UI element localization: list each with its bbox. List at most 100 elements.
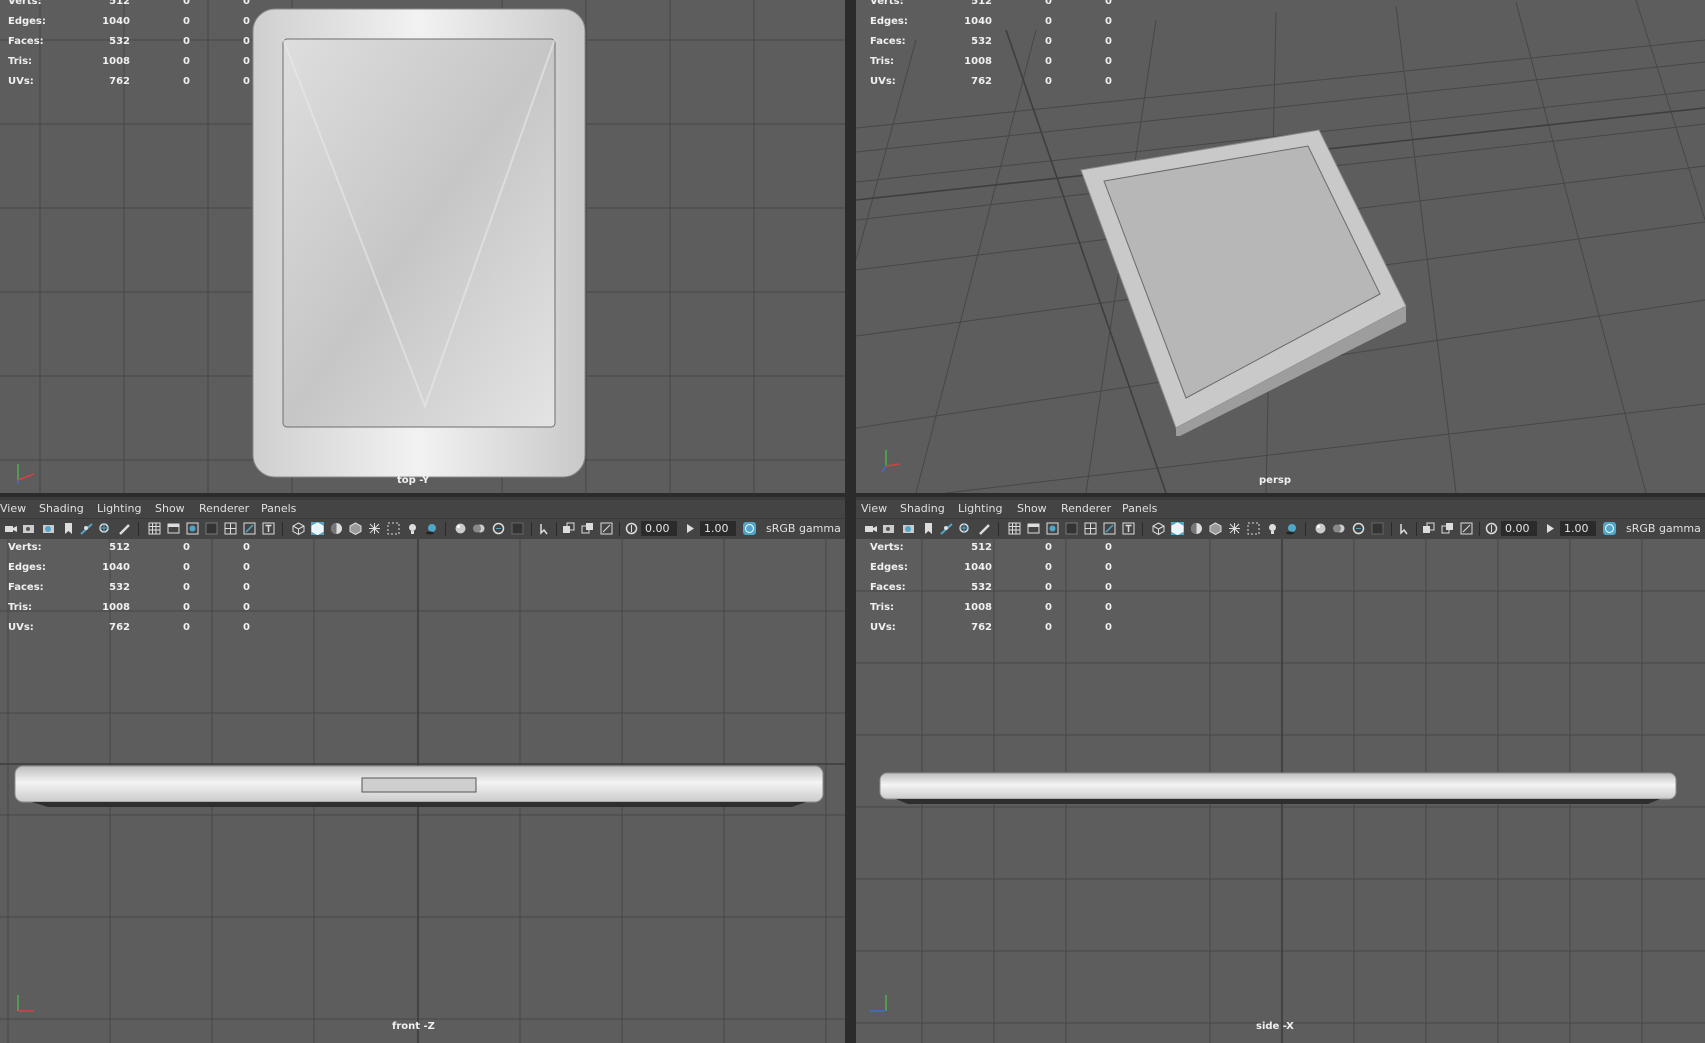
- wireframe-on-shaded-icon[interactable]: [349, 522, 362, 535]
- camera-attributes-icon[interactable]: [22, 522, 35, 535]
- color-space-label[interactable]: sRGB gamma: [1626, 521, 1701, 537]
- viewport-persp[interactable]: Verts: 512 0 0 Edges: 1040 0 0 Faces: 532 0 0 Tri…: [856, 0, 1705, 493]
- default-material-icon[interactable]: [1190, 522, 1203, 535]
- menu-shading[interactable]: Shading: [39, 502, 84, 515]
- motion-blur-icon[interactable]: [473, 522, 486, 535]
- frame-selection-icon[interactable]: [1441, 522, 1454, 535]
- grid-icon[interactable]: [148, 522, 161, 535]
- two-d-pan-icon[interactable]: [98, 522, 111, 535]
- menu-renderer[interactable]: Renderer: [1061, 502, 1111, 515]
- bookmark-camera-icon[interactable]: [902, 522, 915, 535]
- textured-icon[interactable]: [1247, 522, 1260, 535]
- isolate-select-icon[interactable]: [1398, 522, 1411, 535]
- menu-renderer[interactable]: Renderer: [199, 502, 249, 515]
- tablet-side-model[interactable]: [878, 771, 1678, 807]
- color-management-icon[interactable]: [743, 522, 756, 535]
- image-plane-icon[interactable]: [80, 522, 93, 535]
- frame-selection-icon[interactable]: [581, 522, 594, 535]
- menu-show[interactable]: Show: [155, 502, 185, 515]
- two-d-pan-icon[interactable]: [958, 522, 971, 535]
- viewport-front[interactable]: Verts: 512 0 0 Edges: 1040 0 0 Faces: 532 0 0 Tri…: [0, 539, 845, 1043]
- lights-icon[interactable]: [1266, 522, 1279, 535]
- anti-aliasing-icon[interactable]: [492, 522, 505, 535]
- panel-menubar-front: View Shading Lighting Show Renderer Pane…: [0, 500, 845, 518]
- wireframe-icon[interactable]: [292, 522, 305, 535]
- camera-label-top: top -Y: [397, 475, 430, 486]
- image-plane-icon[interactable]: [940, 522, 953, 535]
- menu-shading[interactable]: Shading: [900, 502, 945, 515]
- exposure-icon[interactable]: [625, 522, 638, 535]
- xray-icon[interactable]: [368, 522, 381, 535]
- exposure-field[interactable]: 0.00: [1501, 521, 1537, 536]
- vertical-divider[interactable]: [845, 0, 856, 1043]
- lights-icon[interactable]: [406, 522, 419, 535]
- horizontal-divider[interactable]: [0, 493, 1705, 497]
- viewport-top[interactable]: Verts: 512 0 0 Edges: 1040 0 0 Faces: 532 0 0 Tri…: [0, 0, 845, 493]
- isolate-select-icon[interactable]: [538, 522, 551, 535]
- color-space-label[interactable]: sRGB gamma: [766, 521, 841, 537]
- camera-attributes-icon[interactable]: [882, 522, 895, 535]
- safe-action-icon[interactable]: [1103, 522, 1116, 535]
- frame-all-icon[interactable]: [1422, 522, 1435, 535]
- safe-title-icon[interactable]: [262, 522, 275, 535]
- grease-pencil-icon[interactable]: [978, 522, 991, 535]
- tablet-persp-model[interactable]: [1076, 126, 1426, 436]
- textured-icon[interactable]: [387, 522, 400, 535]
- motion-blur-icon[interactable]: [1333, 522, 1346, 535]
- gamma-icon[interactable]: [1544, 522, 1557, 535]
- menu-lighting[interactable]: Lighting: [958, 502, 1002, 515]
- field-chart-icon[interactable]: [1084, 522, 1097, 535]
- shadows-icon[interactable]: [1285, 522, 1298, 535]
- frame-all-icon[interactable]: [562, 522, 575, 535]
- viewport-fit-icon[interactable]: [1460, 522, 1473, 535]
- gate-mask-icon[interactable]: [205, 522, 218, 535]
- bookmark-icon[interactable]: [922, 522, 935, 535]
- exposure-field[interactable]: 0.00: [641, 521, 677, 536]
- menu-panels[interactable]: Panels: [261, 502, 296, 515]
- viewport-fit-icon[interactable]: [600, 522, 613, 535]
- safe-title-icon[interactable]: [1122, 522, 1135, 535]
- menu-show[interactable]: Show: [1017, 502, 1047, 515]
- camera-icon[interactable]: [864, 522, 877, 535]
- gate-mask-icon[interactable]: [1065, 522, 1078, 535]
- screen-space-ao-icon[interactable]: [454, 522, 467, 535]
- resolution-gate-icon[interactable]: [1046, 522, 1059, 535]
- bookmark-camera-icon[interactable]: [42, 522, 55, 535]
- xray-icon[interactable]: [1228, 522, 1241, 535]
- grid-icon[interactable]: [1008, 522, 1021, 535]
- axis-gizmo-icon: [17, 995, 34, 1012]
- smooth-shade-icon[interactable]: [311, 522, 324, 535]
- depth-of-field-icon[interactable]: [1371, 522, 1384, 535]
- shadows-icon[interactable]: [425, 522, 438, 535]
- menu-panels[interactable]: Panels: [1122, 502, 1157, 515]
- safe-action-icon[interactable]: [243, 522, 256, 535]
- depth-of-field-icon[interactable]: [511, 522, 524, 535]
- tablet-top-model[interactable]: [250, 6, 590, 482]
- menu-view[interactable]: View: [0, 502, 26, 515]
- screen-space-ao-icon[interactable]: [1314, 522, 1327, 535]
- film-gate-icon[interactable]: [167, 522, 180, 535]
- color-management-icon[interactable]: [1603, 522, 1616, 535]
- menu-view[interactable]: View: [861, 502, 887, 515]
- bookmark-icon[interactable]: [62, 522, 75, 535]
- gamma-field[interactable]: 1.00: [1560, 521, 1596, 536]
- anti-aliasing-icon[interactable]: [1352, 522, 1365, 535]
- camera-label-side: side -X: [1256, 1021, 1294, 1032]
- camera-icon[interactable]: [4, 522, 17, 535]
- exposure-icon[interactable]: [1485, 522, 1498, 535]
- wireframe-icon[interactable]: [1152, 522, 1165, 535]
- wireframe-on-shaded-icon[interactable]: [1209, 522, 1222, 535]
- field-chart-icon[interactable]: [224, 522, 237, 535]
- smooth-shade-icon[interactable]: [1171, 522, 1184, 535]
- axis-gizmo-icon: [17, 464, 35, 484]
- default-material-icon[interactable]: [330, 522, 343, 535]
- gamma-icon[interactable]: [684, 522, 697, 535]
- viewport-side[interactable]: Verts: 512 0 0 Edges: 1040 0 0 Faces: 532 0 0 Tri…: [856, 539, 1705, 1043]
- tablet-front-model[interactable]: [12, 763, 826, 809]
- gamma-field[interactable]: 1.00: [700, 521, 736, 536]
- axis-gizmo-icon: [870, 995, 887, 1012]
- grease-pencil-icon[interactable]: [118, 522, 131, 535]
- menu-lighting[interactable]: Lighting: [97, 502, 141, 515]
- resolution-gate-icon[interactable]: [186, 522, 199, 535]
- film-gate-icon[interactable]: [1027, 522, 1040, 535]
